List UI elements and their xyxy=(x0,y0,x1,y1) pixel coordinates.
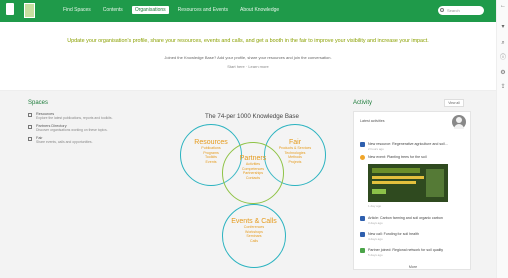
nav-item-about[interactable]: About Knowledge xyxy=(237,6,282,14)
main-nav: Find Spaces Contents Organisations Resou… xyxy=(60,6,282,14)
circle-heading: Events & Calls xyxy=(231,218,277,225)
search-icon[interactable]: ⌕ xyxy=(500,40,506,46)
activity-meta: 3 days ago xyxy=(368,221,383,225)
hero-subtext: Joined the Knowledge Base? Add your prof… xyxy=(164,55,332,60)
menu-icon[interactable] xyxy=(6,3,14,15)
hero-links[interactable]: Start here · Learn more xyxy=(0,64,496,69)
space-desc: Explore the latest publications, reports… xyxy=(36,116,113,120)
circle-heading: Resources xyxy=(194,139,228,146)
partner-icon xyxy=(360,248,365,253)
circle-heading: Partners xyxy=(239,155,267,162)
event-icon xyxy=(360,155,365,160)
partners-circle[interactable]: Partners Activities Competences Partners… xyxy=(222,142,284,204)
space-icon xyxy=(28,137,32,141)
promo-photo xyxy=(426,169,444,197)
space-desc: Share events, calls and opportunities. xyxy=(36,140,93,144)
view-all-button[interactable]: View all xyxy=(444,99,464,107)
nav-item-contents[interactable]: Contents xyxy=(100,6,126,14)
activity-text: New resource: Regenerative agriculture a… xyxy=(368,142,448,146)
spaces-title: Spaces xyxy=(28,100,49,106)
space-item[interactable]: Fair Share events, calls and opportuniti… xyxy=(28,136,156,144)
promo-graphic xyxy=(372,189,386,194)
activity-text: Partner joined: Regional network for soi… xyxy=(368,248,444,252)
settings-icon[interactable]: ⚙ xyxy=(500,70,506,76)
promo-graphic xyxy=(372,176,424,179)
document-icon xyxy=(360,216,365,221)
share-icon[interactable]: ⇪ xyxy=(500,84,506,90)
document-icon xyxy=(360,232,365,237)
circle-line: Calls xyxy=(250,238,258,243)
hero-headline: Update your organisation's profile, shar… xyxy=(67,38,429,44)
nav-item-find-spaces[interactable]: Find Spaces xyxy=(60,6,94,14)
space-icon xyxy=(28,113,32,117)
site-logo[interactable] xyxy=(24,3,35,18)
activity-meta: 4 days ago xyxy=(368,237,383,241)
activity-title: Activity xyxy=(353,100,373,106)
space-icon xyxy=(28,125,32,129)
circle-heading: Fair xyxy=(288,139,302,146)
document-icon xyxy=(360,142,365,147)
space-item[interactable]: Partners Directory Discover organisation… xyxy=(28,124,156,132)
chevron-down-icon[interactable]: ▾ xyxy=(500,24,506,30)
space-desc: Discover organisations working on these … xyxy=(36,128,108,132)
activity-text: New event: Planting trees for the soil xyxy=(368,155,427,159)
activity-feed-header: Latest activities xyxy=(360,119,385,123)
circle-line: Contacts xyxy=(245,175,261,180)
avatar[interactable] xyxy=(452,115,466,129)
diagram-title: The 74-per 1000 Knowledge Base xyxy=(205,113,299,120)
activity-feed: Latest activities New resource: Regenera… xyxy=(353,111,471,270)
promo-image[interactable] xyxy=(368,164,448,202)
promo-graphic xyxy=(372,181,416,184)
right-toolbar: ← ▾ ⌕ ⓘ ⚙ ⇪ xyxy=(496,0,508,278)
promo-graphic xyxy=(372,168,420,173)
back-icon[interactable]: ← xyxy=(500,3,506,9)
activity-meta: 5 days ago xyxy=(368,253,383,257)
info-icon[interactable]: ⓘ xyxy=(500,55,506,61)
search-icon xyxy=(440,8,444,12)
more-link[interactable]: More xyxy=(354,265,472,269)
nav-item-organisations[interactable]: Organisations xyxy=(131,6,169,14)
nav-item-resources-events[interactable]: Resources and Events xyxy=(175,6,231,14)
spaces-section: Spaces Resources Explore the latest publ… xyxy=(28,100,156,148)
search-input[interactable]: Search xyxy=(438,6,484,15)
activity-text: New call: Funding for soil health xyxy=(368,232,419,236)
activity-meta: 2 hours ago xyxy=(368,147,384,151)
events-calls-circle[interactable]: Events & Calls Conferences Workshops Sem… xyxy=(222,204,286,268)
hero-banner: Update your organisation's profile, shar… xyxy=(0,22,496,86)
promo-caption: 1 day ago xyxy=(368,204,382,208)
activity-text: Article: Carbon farming and soil organic… xyxy=(368,216,443,220)
space-item[interactable]: Resources Explore the latest publication… xyxy=(28,112,156,120)
top-navigation-bar: Find Spaces Contents Organisations Resou… xyxy=(0,0,496,22)
search-placeholder: Search xyxy=(447,8,460,13)
